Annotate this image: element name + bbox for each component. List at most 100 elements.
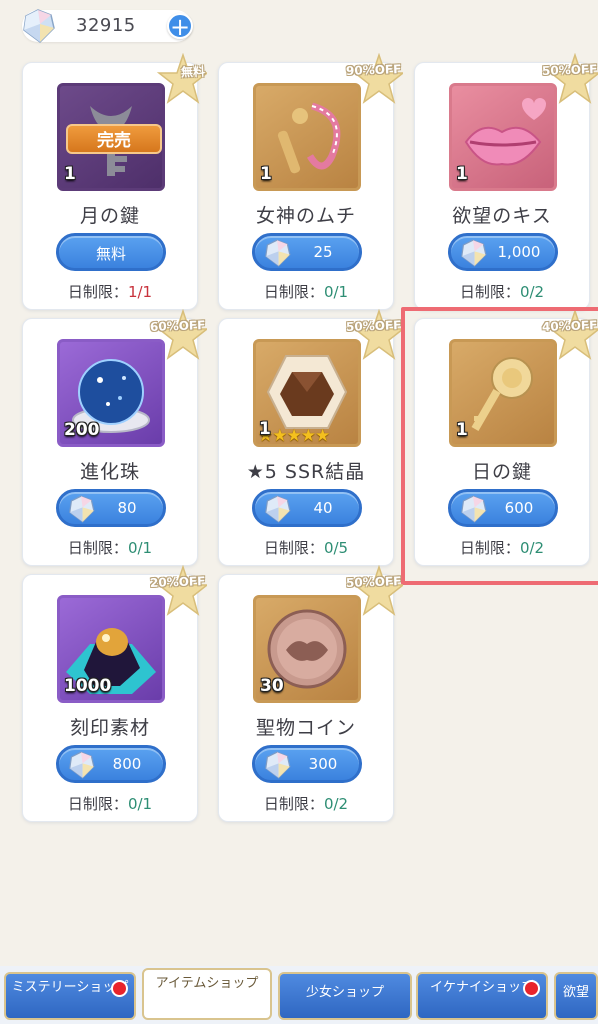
daily-limit-value: 0/1	[323, 283, 349, 301]
item-name: 女神のムチ	[255, 205, 356, 227]
item-name: 欲望のキス	[452, 205, 552, 227]
shop-tab-bar: ミステリーショップ アイテムショップ 少女ショップ イケナイショップ 欲望	[0, 966, 598, 1024]
item-quantity: 1	[64, 164, 76, 184]
discount-label: 60%OFF	[149, 318, 206, 334]
crystal-gem-icon	[69, 495, 95, 523]
price-label: 600	[504, 499, 534, 517]
discount-label: 無料	[180, 64, 206, 80]
discount-badge: 20%OFF	[143, 565, 207, 629]
discount-badge: 90%OFF	[339, 53, 403, 117]
currency-amount: 32915	[76, 15, 136, 36]
daily-limit: 日制限：0/1	[219, 281, 393, 302]
item-name: 刻印素材	[69, 717, 150, 739]
crystal-gem-icon	[69, 751, 95, 779]
tab-label: 欲望	[562, 985, 589, 1000]
tab-label: 少女ショップ	[305, 985, 384, 1000]
discount-badge: 無料	[143, 53, 207, 117]
daily-limit-label: 日制限：	[263, 795, 324, 813]
buy-button[interactable]: 1,000	[448, 233, 558, 271]
daily-limit: 日制限：0/2	[415, 281, 589, 302]
discount-badge: 40%OFF	[535, 309, 598, 373]
item-quantity: 1	[456, 164, 468, 184]
price-label: 25	[313, 243, 333, 261]
tab-desire-shop[interactable]: 欲望	[554, 972, 598, 1020]
shop-item-card[interactable]: 1 40%OFF 日の鍵 600 日制限：0/2	[401, 307, 598, 585]
buy-button[interactable]: 800	[56, 745, 166, 783]
tab-girl-shop[interactable]: 少女ショップ	[278, 972, 412, 1020]
tab-label: アイテムショップ	[155, 976, 259, 991]
daily-limit-value: 0/2	[519, 283, 545, 301]
daily-limit-value: 0/2	[323, 795, 349, 813]
shop-item-card[interactable]: 完売 1 無料 月の鍵 無料 日制限：1/1	[22, 53, 207, 310]
item-name: 月の鍵	[79, 205, 140, 227]
crystal-gem-icon	[461, 239, 487, 267]
item-quantity: 1	[260, 164, 272, 184]
buy-button[interactable]: 300	[252, 745, 362, 783]
discount-badge: 50%OFF	[339, 309, 403, 373]
buy-button[interactable]: 80	[56, 489, 166, 527]
notification-dot-icon	[523, 980, 540, 997]
discount-label: 90%OFF	[345, 62, 402, 78]
shop-item-card[interactable]: 30 50%OFF 聖物コイン 300 日制限：0/2	[218, 565, 403, 822]
price-label: 800	[112, 755, 142, 773]
discount-badge: 50%OFF	[339, 565, 403, 629]
item-name: 日の鍵	[471, 461, 532, 483]
daily-limit-label: 日制限：	[263, 539, 324, 557]
daily-limit: 日制限：0/1	[23, 793, 197, 814]
buy-button[interactable]: 600	[448, 489, 558, 527]
discount-label: 50%OFF	[345, 574, 402, 590]
price-label: 無料	[95, 245, 126, 263]
discount-label: 20%OFF	[149, 574, 206, 590]
crystal-gem-icon	[265, 239, 291, 267]
discount-label: 40%OFF	[541, 318, 598, 334]
tab-ikenai-shop[interactable]: イケナイショップ	[416, 972, 548, 1020]
sold-out-label: 完売	[66, 124, 162, 154]
buy-button[interactable]: 25	[252, 233, 362, 271]
tab-mystery-shop[interactable]: ミステリーショップ	[4, 972, 136, 1020]
crystal-gem-icon	[461, 495, 487, 523]
daily-limit-label: 日制限：	[67, 283, 128, 301]
discount-label: 50%OFF	[345, 318, 402, 334]
shop-item-card[interactable]: 1 90%OFF 女神のムチ 25 日制限：0/1	[218, 53, 403, 310]
shop-item-card[interactable]: ★★★★★ 1 50%OFF ★5 SSR結晶 40 日制限：0/5	[218, 309, 403, 566]
discount-label: 50%OFF	[541, 62, 598, 78]
item-quantity: 1000	[64, 676, 112, 696]
price-label: 40	[313, 499, 333, 517]
daily-limit: 日制限：1/1	[23, 281, 197, 302]
crystal-gem-icon	[265, 751, 291, 779]
item-name: ★5 SSR結晶	[246, 461, 366, 483]
daily-limit-label: 日制限：	[67, 539, 128, 557]
buy-button[interactable]: 無料	[56, 233, 166, 271]
daily-limit-value: 1/1	[127, 283, 153, 301]
item-quantity: 1	[456, 420, 468, 440]
daily-limit-label: 日制限：	[263, 283, 324, 301]
daily-limit-label: 日制限：	[459, 539, 520, 557]
shop-item-card[interactable]: 1000 20%OFF 刻印素材 800 日制限：0/1	[22, 565, 207, 822]
add-currency-button[interactable]: +	[167, 13, 193, 39]
daily-limit-value: 0/1	[127, 795, 153, 813]
item-name: 聖物コイン	[255, 717, 356, 739]
daily-limit: 日制限：0/5	[219, 537, 393, 558]
buy-button[interactable]: 40	[252, 489, 362, 527]
daily-limit: 日制限：0/2	[219, 793, 393, 814]
tab-label: イケナイショップ	[429, 980, 534, 995]
notification-dot-icon	[111, 980, 128, 997]
discount-badge: 60%OFF	[143, 309, 207, 373]
daily-limit: 日制限：0/1	[23, 537, 197, 558]
discount-badge: 50%OFF	[535, 53, 598, 117]
price-label: 300	[308, 755, 338, 773]
shop-item-card[interactable]: 200 60%OFF 進化珠 80 日制限：0/1	[22, 309, 207, 566]
daily-limit-value: 0/5	[323, 539, 349, 557]
item-quantity: 30	[260, 676, 284, 696]
crystal-gem-icon	[265, 495, 291, 523]
price-label: 80	[117, 499, 137, 517]
shop-item-card[interactable]: 1 50%OFF 欲望のキス 1,000 日制限：0/2	[414, 53, 598, 310]
daily-limit-value: 0/2	[519, 539, 545, 557]
price-label: 1,000	[497, 243, 541, 261]
item-quantity: 200	[64, 420, 100, 440]
daily-limit-label: 日制限：	[67, 795, 128, 813]
tab-item-shop[interactable]: アイテムショップ	[142, 968, 272, 1020]
daily-limit-value: 0/1	[127, 539, 153, 557]
crystal-gem-icon	[23, 9, 55, 43]
item-name: 進化珠	[79, 461, 140, 483]
